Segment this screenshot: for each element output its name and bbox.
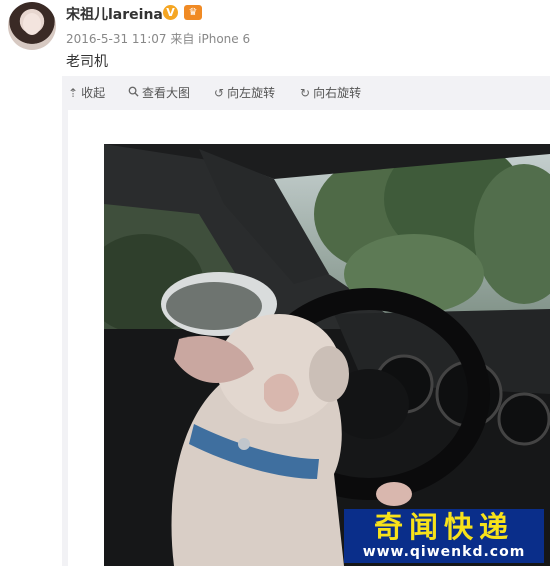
- post-source: 来自 iPhone 6: [170, 32, 251, 46]
- dog-driving-photo: [104, 144, 550, 566]
- post-text: 老司机: [66, 54, 108, 70]
- post-header: 宋祖儿lareina V ♛ 2016-5-31 11:07 来自 iPhone…: [0, 0, 550, 76]
- post-timestamp[interactable]: 2016-5-31 11:07: [66, 32, 167, 46]
- magnifier-icon: [128, 86, 139, 100]
- username-link[interactable]: 宋祖儿lareina: [66, 4, 163, 24]
- collapse-button[interactable]: ⇡ 收起: [68, 84, 105, 101]
- post-photo[interactable]: [104, 144, 550, 566]
- watermark-url: www.qiwenkd.com: [362, 544, 526, 560]
- watermark-title: 奇闻快递: [373, 510, 514, 544]
- rotate-left-icon: ↺: [214, 86, 225, 100]
- view-large-button[interactable]: 查看大图: [128, 84, 190, 101]
- rotate-right-icon: ↻: [300, 86, 311, 100]
- arrow-up-icon: ⇡: [68, 86, 79, 100]
- post-meta: 2016-5-31 11:07 来自 iPhone 6: [66, 30, 250, 47]
- site-watermark: 奇闻快递 www.qiwenkd.com: [344, 509, 544, 563]
- rotate-left-button[interactable]: ↺ 向左旋转: [214, 84, 275, 101]
- rotate-right-button[interactable]: ↻ 向右旋转: [300, 84, 361, 101]
- verified-badge-icon[interactable]: V: [163, 5, 178, 20]
- member-crown-icon[interactable]: ♛: [184, 5, 202, 20]
- avatar[interactable]: [8, 2, 56, 50]
- media-toolbar: ⇡ 收起 查看大图 ↺ 向左旋转 ↻ 向右旋转: [62, 76, 550, 110]
